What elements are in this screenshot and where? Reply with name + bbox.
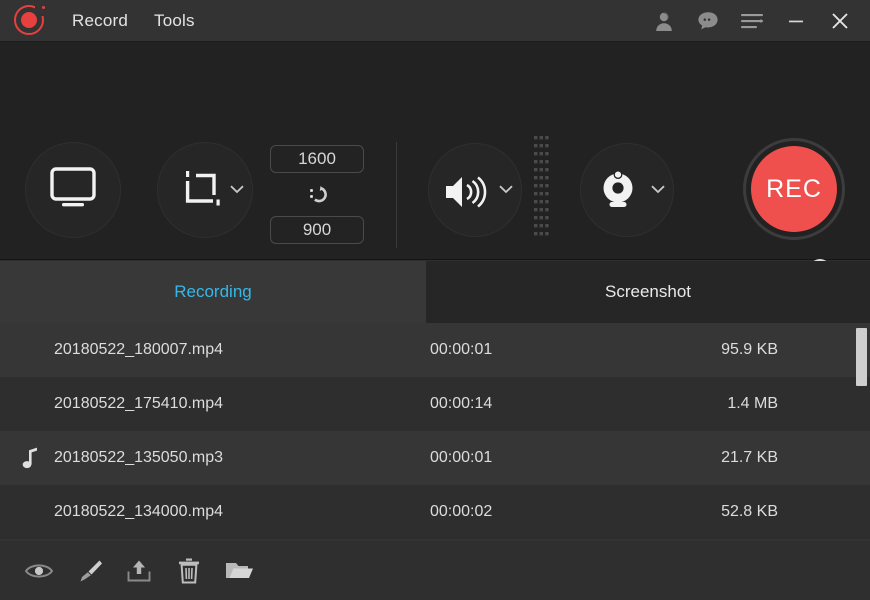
record-button[interactable]: REC <box>743 138 845 240</box>
record-logo-icon <box>14 5 46 37</box>
file-size: 95.9 KB <box>630 341 840 359</box>
tab-recording[interactable]: Recording <box>0 261 426 323</box>
file-name: 20180522_135050.mp3 <box>0 449 430 467</box>
file-duration: 00:00:02 <box>430 503 630 521</box>
minimize-icon[interactable] <box>774 0 818 42</box>
folder-open-icon[interactable] <box>216 548 262 594</box>
chevron-down-icon[interactable] <box>650 181 666 199</box>
table-row[interactable]: 20180522_180007.mp4 00:00:01 95.9 KB <box>0 323 870 377</box>
music-note-icon <box>22 446 40 470</box>
trash-delete-icon[interactable] <box>166 548 212 594</box>
file-name: 20180522_175410.mp4 <box>0 395 430 413</box>
tab-screenshot[interactable]: Screenshot <box>426 261 870 323</box>
resolution-width-input[interactable]: 1600 <box>270 145 364 173</box>
monitor-screen-icon <box>48 166 98 215</box>
content-tabs: Recording Screenshot <box>0 261 870 323</box>
app-window: Record Tools <box>0 0 870 600</box>
chevron-down-icon[interactable] <box>498 181 514 199</box>
table-row[interactable]: 20180522_135050.mp3 00:00:01 21.7 KB <box>0 431 870 485</box>
table-row[interactable]: 20180522_175410.mp4 00:00:14 1.4 MB <box>0 377 870 431</box>
close-icon[interactable] <box>818 0 862 42</box>
webcam-button[interactable] <box>580 143 674 237</box>
file-list: 20180522_180007.mp4 00:00:01 95.9 KB 201… <box>0 323 870 541</box>
record-button-label: REC <box>751 146 837 232</box>
file-duration: 00:00:01 <box>430 449 630 467</box>
upload-share-icon[interactable] <box>116 548 162 594</box>
feedback-chat-icon[interactable] <box>686 0 730 42</box>
file-size: 21.7 KB <box>630 449 840 467</box>
crop-region-icon <box>180 169 228 218</box>
file-size: 52.8 KB <box>630 503 840 521</box>
screen-capture-button[interactable] <box>25 142 121 238</box>
webcam-icon <box>599 169 643 218</box>
file-name: 20180522_134000.mp4 <box>0 503 430 521</box>
toolbar-divider <box>396 142 397 248</box>
scrollbar-thumb[interactable] <box>856 328 867 386</box>
file-size: 1.4 MB <box>630 395 840 413</box>
aspect-ratio-link-icon[interactable] <box>303 179 333 209</box>
account-icon[interactable] <box>642 0 686 42</box>
resolution-height-input[interactable]: 900 <box>270 216 364 244</box>
speaker-volume-icon <box>443 172 489 217</box>
eye-preview-icon[interactable] <box>16 548 62 594</box>
audio-level-meter <box>534 136 549 238</box>
title-bar: Record Tools <box>0 0 870 42</box>
menu-record[interactable]: Record <box>72 11 128 31</box>
menu-tools[interactable]: Tools <box>154 11 195 31</box>
brush-edit-icon[interactable] <box>66 548 112 594</box>
file-duration: 00:00:01 <box>430 341 630 359</box>
file-list-scrollbar[interactable] <box>856 323 868 541</box>
region-capture-button[interactable] <box>157 142 253 238</box>
file-name: 20180522_180007.mp4 <box>0 341 430 359</box>
file-duration: 00:00:14 <box>430 395 630 413</box>
window-controls <box>642 0 870 42</box>
hamburger-menu-icon[interactable] <box>730 0 774 42</box>
chevron-down-icon[interactable] <box>229 181 245 199</box>
audio-source-button[interactable] <box>428 143 522 237</box>
table-row[interactable]: 20180522_134000.mp4 00:00:02 52.8 KB <box>0 485 870 539</box>
file-actions-toolbar <box>0 541 870 600</box>
capture-toolbar: 1600 900 <box>0 42 870 260</box>
